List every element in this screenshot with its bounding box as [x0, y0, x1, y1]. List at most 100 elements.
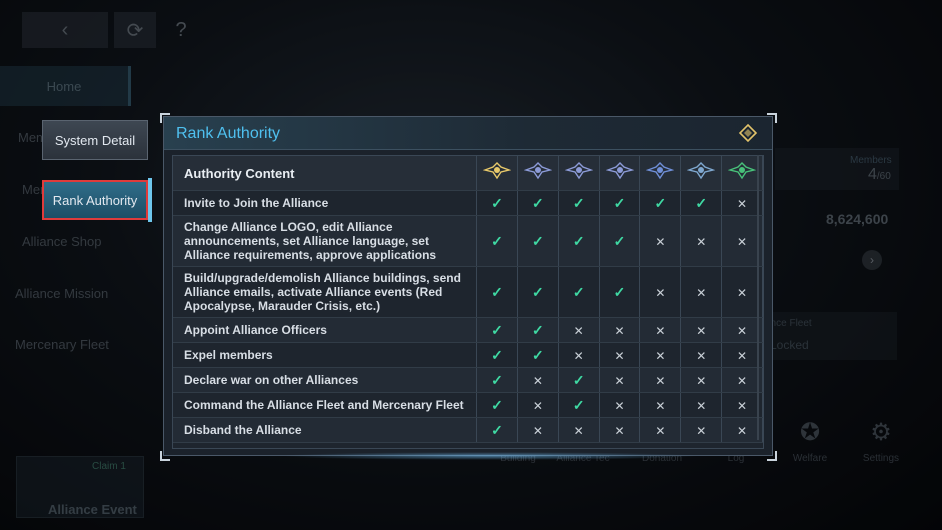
- corner-top-right: [767, 113, 777, 123]
- cross-icon: ✕: [599, 417, 641, 443]
- welfare-button[interactable]: ✪ Welfare: [780, 418, 840, 464]
- check-mark: ✓: [491, 321, 503, 338]
- nav-mercenary-fleet[interactable]: Mercenary Fleet: [15, 337, 109, 352]
- cross-icon: ✕: [680, 266, 723, 318]
- alliance-power: 8,624,600: [826, 211, 889, 227]
- table-row: Declare war on other Alliances ✓ ✕ ✓ ✕ ✕ ✕ ✕: [173, 367, 763, 393]
- check-icon: ✓: [680, 190, 723, 216]
- alliance-event-claim[interactable]: Claim 1: [92, 461, 126, 472]
- check-icon: ✓: [599, 190, 641, 216]
- welfare-label: Welfare: [792, 453, 828, 464]
- back-button[interactable]: ‹: [22, 12, 108, 48]
- members-max: /60: [876, 171, 891, 182]
- cross-mark: ✕: [737, 349, 748, 363]
- check-mark: ✓: [531, 321, 544, 338]
- tab-rank-authority[interactable]: Rank Authority: [42, 180, 148, 220]
- rank-6-header: [680, 156, 723, 191]
- authority-table-container[interactable]: Authority Content Invite to Join the All…: [172, 155, 764, 449]
- cross-mark: ✕: [655, 424, 666, 438]
- cross-mark: ✕: [614, 349, 625, 363]
- check-mark: ✓: [613, 283, 626, 300]
- check-icon: ✓: [517, 190, 559, 216]
- check-icon: ✓: [517, 317, 559, 343]
- dialog-title: Rank Authority: [176, 125, 281, 142]
- rank-emblem-icon: [727, 161, 757, 179]
- check-mark: ✓: [654, 194, 667, 211]
- authority-text: Expel members: [173, 342, 478, 368]
- check-icon: ✓: [476, 367, 518, 393]
- authority-text: Disband the Alliance: [173, 417, 478, 443]
- cross-mark: ✕: [573, 349, 584, 363]
- cross-mark: ✕: [655, 349, 666, 363]
- check-mark: ✓: [491, 232, 503, 249]
- authority-content-header: Authority Content: [173, 156, 478, 191]
- cross-mark: ✕: [532, 424, 543, 438]
- nav-alliance-mission[interactable]: Alliance Mission: [15, 286, 108, 301]
- settings-button[interactable]: ⚙ Settings: [851, 418, 911, 464]
- cross-icon: ✕: [517, 367, 559, 393]
- check-mark: ✓: [572, 232, 585, 249]
- cross-mark: ✕: [696, 374, 707, 388]
- dialog-header: Rank Authority: [164, 117, 772, 150]
- table-row: Invite to Join the Alliance ✓ ✓ ✓ ✓ ✓ ✓ ✕: [173, 190, 763, 216]
- authority-text: Declare war on other Alliances: [173, 367, 478, 393]
- cross-icon: ✕: [599, 342, 641, 368]
- check-icon: ✓: [476, 317, 518, 343]
- nav-home[interactable]: Home: [0, 66, 131, 106]
- check-mark: ✓: [491, 194, 503, 211]
- check-icon: ✓: [639, 190, 682, 216]
- cross-icon: ✕: [639, 392, 682, 418]
- tab-system-detail[interactable]: System Detail: [42, 120, 148, 160]
- cross-icon: ✕: [680, 342, 723, 368]
- cross-mark: ✕: [696, 349, 707, 363]
- check-mark: ✓: [572, 396, 585, 413]
- check-icon: ✓: [517, 215, 559, 267]
- cross-icon: ✕: [639, 266, 682, 318]
- check-mark: ✓: [491, 396, 503, 413]
- nav-alliance-shop[interactable]: Alliance Shop: [22, 234, 102, 249]
- table-row: Build/upgrade/demolish Alliance building…: [173, 266, 763, 318]
- check-mark: ✓: [613, 232, 626, 249]
- cross-mark: ✕: [696, 399, 707, 413]
- check-icon: ✓: [517, 266, 559, 318]
- check-mark: ✓: [695, 194, 708, 211]
- table-scrollbar[interactable]: [757, 155, 759, 440]
- check-mark: ✓: [531, 232, 544, 249]
- cross-icon: ✕: [680, 367, 723, 393]
- check-icon: ✓: [558, 266, 600, 318]
- cross-mark: ✕: [573, 324, 584, 338]
- active-tab-indicator: [148, 178, 152, 222]
- cross-icon: ✕: [639, 417, 682, 443]
- chevron-right-icon[interactable]: ›: [862, 250, 882, 270]
- cross-mark: ✕: [655, 324, 666, 338]
- cross-icon: ✕: [517, 392, 559, 418]
- cross-icon: ✕: [639, 342, 682, 368]
- diamond-info-icon[interactable]: [738, 123, 758, 143]
- cross-mark: ✕: [614, 324, 625, 338]
- authority-table: Authority Content Invite to Join the All…: [173, 156, 763, 443]
- refresh-button[interactable]: ⟳: [114, 12, 156, 48]
- cross-icon: ✕: [639, 367, 682, 393]
- check-icon: ✓: [599, 266, 641, 318]
- table-header-row: Authority Content: [173, 156, 763, 191]
- check-icon: ✓: [558, 367, 600, 393]
- alliance-event-label: Alliance Event: [48, 502, 137, 517]
- check-icon: ✓: [558, 215, 600, 267]
- cross-icon: ✕: [639, 317, 682, 343]
- cross-mark: ✕: [737, 399, 748, 413]
- nav-home-label: Home: [46, 78, 82, 94]
- cross-mark: ✕: [737, 235, 748, 249]
- cross-mark: ✕: [737, 424, 748, 438]
- rank-emblem-icon: [523, 161, 553, 179]
- gear-icon: ⚙: [870, 419, 892, 446]
- cross-icon: ✕: [680, 392, 723, 418]
- check-icon: ✓: [599, 215, 641, 267]
- check-mark: ✓: [531, 283, 544, 300]
- settings-label: Settings: [862, 453, 900, 464]
- help-icon[interactable]: ?: [166, 12, 196, 48]
- cross-icon: ✕: [558, 417, 600, 443]
- check-mark: ✓: [491, 371, 503, 388]
- table-row: Disband the Alliance ✓ ✕ ✕ ✕ ✕ ✕ ✕: [173, 417, 763, 443]
- cross-mark: ✕: [655, 399, 666, 413]
- cross-mark: ✕: [655, 374, 666, 388]
